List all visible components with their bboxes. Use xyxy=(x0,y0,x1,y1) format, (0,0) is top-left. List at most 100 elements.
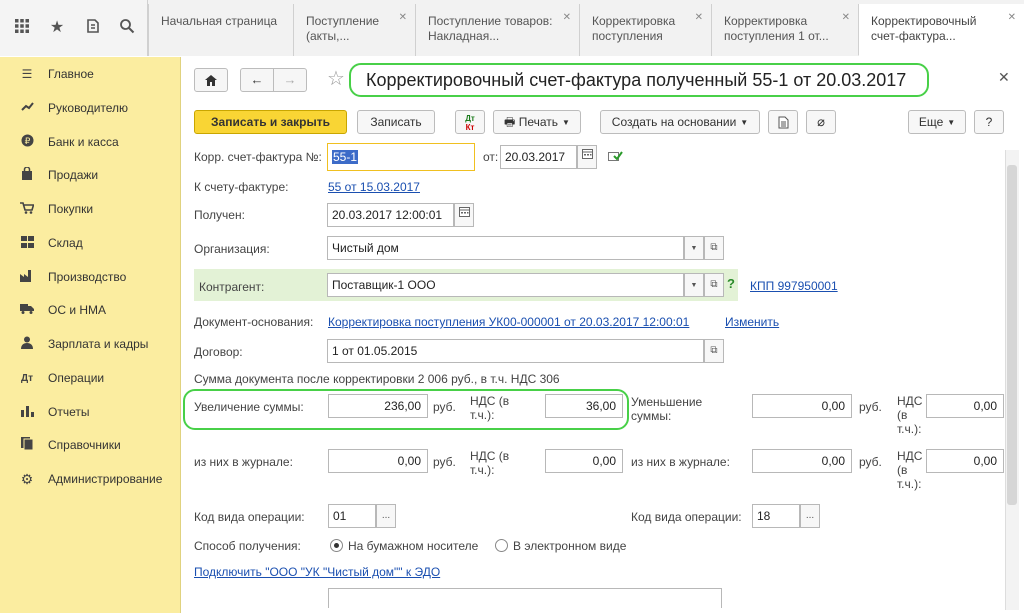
change-link[interactable]: Изменить xyxy=(725,315,779,329)
electronic-option-label: В электронном виде xyxy=(513,539,627,553)
journal-nds-label: НДС (в т.ч.): xyxy=(470,449,510,477)
organization-input[interactable]: Чистый дом xyxy=(327,236,684,260)
search-icon[interactable] xyxy=(117,18,137,38)
connect-edo-link[interactable]: Подключить "ООО "УК "Чистый дом"" к ЭДО xyxy=(194,565,440,579)
sidebar-item-label: Продажи xyxy=(48,168,99,182)
journal-increase-input[interactable]: 0,00 xyxy=(328,449,428,473)
operation-code-input[interactable]: 18 xyxy=(752,504,800,528)
journal-decrease-nds-input[interactable]: 0,00 xyxy=(926,449,1004,473)
from-date-input[interactable]: 20.03.2017 xyxy=(500,145,577,169)
sidebar-item-sales[interactable]: Продажи xyxy=(0,160,181,190)
document-button[interactable] xyxy=(768,110,798,134)
create-based-button[interactable]: Создать на основании ▼ xyxy=(600,110,760,134)
favorite-star-icon[interactable]: ☆ xyxy=(327,66,345,91)
tab-label: Корректировка поступления xyxy=(592,14,676,43)
journal-decrease-input[interactable]: 0,00 xyxy=(752,449,852,473)
apps-grid-icon[interactable] xyxy=(12,18,32,38)
check-date-icon[interactable] xyxy=(608,150,623,165)
operation-code-input[interactable]: 01 xyxy=(328,504,376,528)
history-icon[interactable] xyxy=(83,18,103,38)
help-button[interactable]: ? xyxy=(974,110,1004,134)
top-icons-panel: ★ xyxy=(0,0,148,56)
tab-home[interactable]: Начальная страница xyxy=(148,4,293,56)
close-form-icon[interactable]: ✕ xyxy=(998,69,1010,86)
sidebar-item-salary[interactable]: Зарплата и кадры xyxy=(0,329,181,359)
received-datetime-input[interactable]: 20.03.2017 12:00:01 xyxy=(327,203,454,227)
calendar-button[interactable] xyxy=(577,145,597,169)
bag-icon xyxy=(20,166,34,183)
open-icon: ⧉ xyxy=(710,279,718,290)
decrease-amount-input[interactable]: 0,00 xyxy=(752,394,852,418)
increase-amount-input[interactable]: 236,00 xyxy=(328,394,428,418)
sidebar-item-assets[interactable]: ОС и НМА xyxy=(0,295,181,325)
tab-correction-invoice[interactable]: Корректировочный счет-фактура... ✕ xyxy=(858,4,1024,56)
sidebar-item-production[interactable]: Производство xyxy=(0,262,181,292)
journal-label: из них в журнале: xyxy=(631,455,730,469)
sidebar-item-main[interactable]: ☰ Главное xyxy=(0,59,181,89)
select-button[interactable]: ... xyxy=(376,504,396,528)
base-document-link[interactable]: Корректировка поступления УК00-000001 от… xyxy=(328,315,689,329)
sidebar-item-warehouse[interactable]: Склад xyxy=(0,228,181,258)
tab-receipt-correction-1[interactable]: Корректировка поступления 1 от... ✕ xyxy=(711,4,858,56)
journal-increase-nds-input[interactable]: 0,00 xyxy=(545,449,623,473)
tab-goods-receipt[interactable]: Поступление товаров: Накладная... ✕ xyxy=(415,4,579,56)
to-invoice-link[interactable]: 55 от 15.03.2017 xyxy=(328,180,420,194)
save-and-close-button[interactable]: Записать и закрыть xyxy=(194,110,347,134)
gear-icon: ⚙ xyxy=(20,470,34,487)
forward-button[interactable]: → xyxy=(273,68,307,92)
operations-icon: Дт xyxy=(20,372,34,384)
tab-receipt-acts[interactable]: Поступление (акты,... ✕ xyxy=(293,4,415,56)
scrollbar-thumb[interactable] xyxy=(1007,165,1017,505)
print-button[interactable]: 🖶 Печать ▼ xyxy=(493,110,581,134)
save-button[interactable]: Записать xyxy=(357,110,435,134)
close-icon[interactable]: ✕ xyxy=(1008,10,1016,25)
create-based-label: Создать на основании xyxy=(611,115,737,129)
sidebar-item-directories[interactable]: Справочники xyxy=(0,430,181,460)
more-button[interactable]: Еще ▼ xyxy=(908,110,966,134)
electronic-radio[interactable] xyxy=(495,539,508,552)
bar-chart-icon xyxy=(20,405,34,420)
dt-kt-button[interactable]: Дт Кт xyxy=(455,110,485,134)
sidebar-item-purchases[interactable]: Покупки xyxy=(0,194,181,224)
close-icon[interactable]: ✕ xyxy=(399,10,407,25)
paper-radio[interactable] xyxy=(330,539,343,552)
tab-receipt-correction[interactable]: Корректировка поступления ✕ xyxy=(579,4,711,56)
comment-input[interactable] xyxy=(328,588,722,608)
sidebar-item-label: Банк и касса xyxy=(48,135,119,149)
sidebar-item-manager[interactable]: Руководителю xyxy=(0,93,181,123)
chevron-down-icon: ▼ xyxy=(562,117,570,127)
open-icon: ⧉ xyxy=(710,242,718,253)
dropdown-button[interactable]: ▼ xyxy=(684,236,704,260)
sidebar-item-label: Покупки xyxy=(48,202,94,216)
sidebar-item-label: ОС и НМА xyxy=(48,303,107,317)
receive-method-label: Способ получения: xyxy=(194,539,301,553)
document-icon xyxy=(778,116,788,129)
contragent-input[interactable]: Поставщик-1 ООО xyxy=(327,273,684,297)
sidebar-item-operations[interactable]: Дт Операции xyxy=(0,363,181,393)
sidebar-item-reports[interactable]: Отчеты xyxy=(0,397,181,427)
close-icon[interactable]: ✕ xyxy=(842,10,850,25)
increase-nds-input[interactable]: 36,00 xyxy=(545,394,623,418)
open-button[interactable]: ⧉ xyxy=(704,236,724,260)
open-button[interactable]: ⧉ xyxy=(704,273,724,297)
back-button[interactable]: ← xyxy=(240,68,274,92)
to-invoice-label: К счету-фактуре: xyxy=(194,180,289,194)
corr-invoice-number-value: 55-1 xyxy=(332,150,359,164)
calendar-button[interactable] xyxy=(454,203,474,227)
close-icon[interactable]: ✕ xyxy=(695,10,703,25)
open-button[interactable]: ⧉ xyxy=(704,339,724,363)
help-question-icon[interactable]: ? xyxy=(727,276,735,291)
sidebar-item-bank[interactable]: ₽ Банк и касса xyxy=(0,127,181,157)
select-button[interactable]: ... xyxy=(800,504,820,528)
decrease-nds-input[interactable]: 0,00 xyxy=(926,394,1004,418)
kpp-link[interactable]: КПП 997950001 xyxy=(750,279,838,293)
corr-invoice-number-input[interactable]: 55-1 xyxy=(327,143,475,171)
sidebar-item-admin[interactable]: ⚙ Администрирование xyxy=(0,464,181,494)
sidebar-item-label: Операции xyxy=(48,371,105,385)
home-button[interactable] xyxy=(194,68,228,92)
contract-input[interactable]: 1 от 01.05.2015 xyxy=(327,339,704,363)
dropdown-button[interactable]: ▼ xyxy=(684,273,704,297)
close-icon[interactable]: ✕ xyxy=(563,10,571,25)
attach-button[interactable]: ⌀ xyxy=(806,110,836,134)
star-icon[interactable]: ★ xyxy=(47,18,67,38)
